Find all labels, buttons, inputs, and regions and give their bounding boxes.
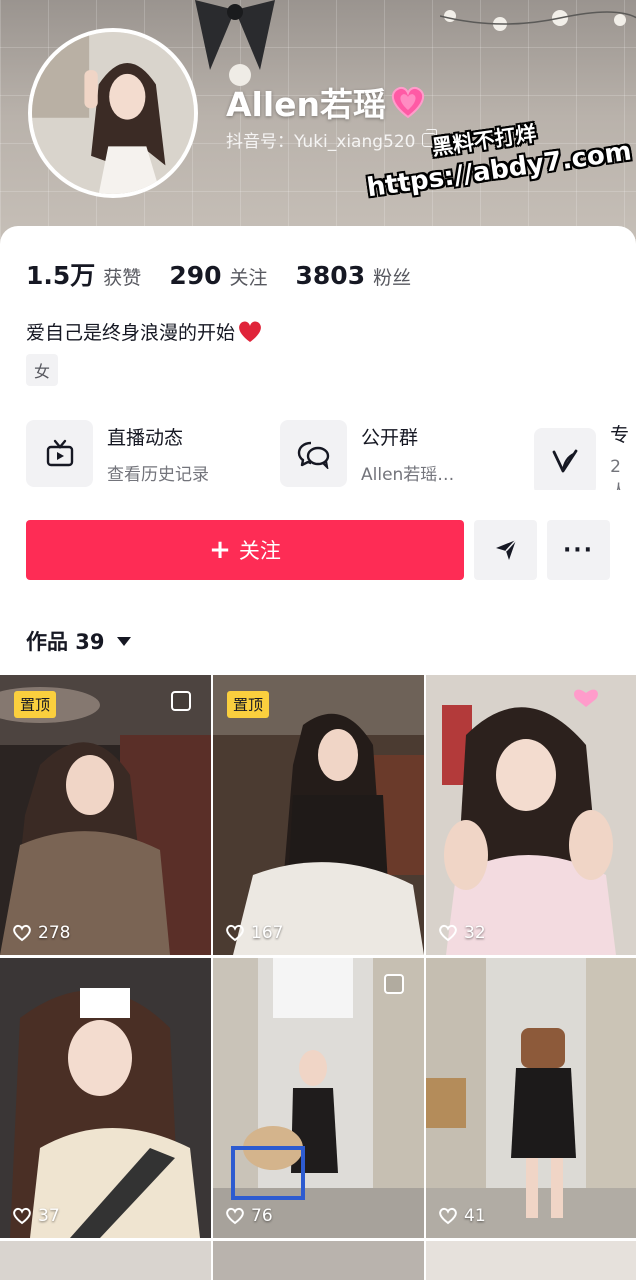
shortcut-live-subtitle: 查看历史记录 [107, 464, 209, 485]
video-tile[interactable]: 76 [213, 958, 424, 1238]
shortcut-third-title: 专 [610, 424, 630, 446]
stat-following[interactable]: 290 关注 [169, 261, 267, 290]
gender-tag: 女 [26, 354, 59, 386]
heart-outline-icon [439, 924, 457, 942]
video-tile[interactable]: 37 [0, 958, 211, 1238]
video-tile[interactable] [426, 1241, 636, 1280]
like-count: 76 [225, 1206, 273, 1226]
follow-button-label: 关注 [238, 539, 281, 563]
nickname: Allen若瑶 [226, 78, 426, 126]
plus-icon: + [209, 535, 231, 565]
shortcut-row: 直播动态 查看历史记录 公开群 Allen若瑶… 专 2 [26, 420, 636, 490]
v-logo-icon [534, 427, 597, 490]
stat-likes-label: 获赞 [103, 267, 142, 289]
stat-followers-label: 粉丝 [373, 267, 412, 289]
bio: 爱自己是终身浪漫的开始 [26, 318, 263, 345]
like-count-text: 167 [251, 923, 284, 943]
select-checkbox[interactable] [171, 691, 191, 711]
video-tile[interactable]: 32 [426, 675, 636, 955]
heart-outline-icon [226, 1207, 244, 1225]
heart-outline-icon [439, 1207, 457, 1225]
heart-outline-icon [13, 1207, 31, 1225]
more-icon: ··· [562, 537, 595, 563]
shortcut-group-title: 公开群 [361, 426, 419, 449]
like-count: 41 [438, 1206, 486, 1226]
heart-outline-icon [13, 924, 31, 942]
like-count: 167 [225, 923, 283, 943]
chat-bubbles-icon [280, 420, 347, 487]
pink-heart-icon [391, 86, 425, 119]
shortcut-group[interactable]: 公开群 Allen若瑶… [280, 420, 454, 487]
send-icon [495, 539, 517, 560]
message-button[interactable] [474, 520, 537, 580]
red-heart-icon [239, 321, 261, 342]
video-thumbnail [0, 958, 211, 1238]
stats-row: 1.5万 获赞 290 关注 3803 粉丝 [26, 256, 411, 292]
stat-following-number: 290 [169, 261, 222, 290]
like-count-text: 37 [38, 1206, 60, 1226]
shortcut-group-subtitle: Allen若瑶… [361, 464, 455, 485]
stat-following-label: 关注 [229, 267, 268, 289]
shortcut-live[interactable]: 直播动态 查看历史记录 [26, 420, 209, 487]
stat-likes[interactable]: 1.5万 获赞 [26, 256, 141, 292]
heart-outline-icon [226, 924, 244, 942]
select-checkbox[interactable] [384, 974, 404, 994]
video-tile[interactable]: 置顶 167 [213, 675, 424, 955]
video-tile[interactable] [0, 1241, 211, 1280]
video-thumbnail [213, 958, 424, 1238]
like-count: 37 [12, 1206, 60, 1226]
shortcut-third-subtitle: 2人 [610, 457, 627, 490]
like-count-text: 41 [464, 1206, 486, 1226]
like-count-text: 76 [251, 1206, 273, 1226]
like-count-text: 278 [38, 923, 71, 943]
video-tile[interactable]: 41 [426, 958, 636, 1238]
video-tile[interactable] [213, 1241, 424, 1280]
like-count-text: 32 [464, 923, 486, 943]
shortcut-third[interactable]: 专 2人 [534, 420, 636, 490]
video-tile[interactable]: 置顶 278 [0, 675, 211, 955]
like-count: 32 [438, 923, 486, 943]
works-tab-label: 作品 39 [26, 630, 105, 654]
follow-button[interactable]: + 关注 [26, 520, 464, 580]
like-count: 278 [12, 923, 70, 943]
stat-followers-number: 3803 [295, 261, 366, 290]
tv-icon [26, 420, 93, 487]
profile-card: 1.5万 获赞 290 关注 3803 粉丝 爱自己是终身浪漫的开始 女 直播动… [0, 226, 636, 1280]
bio-text: 爱自己是终身浪漫的开始 [26, 322, 236, 344]
caret-down-icon [116, 636, 131, 646]
stat-followers[interactable]: 3803 粉丝 [296, 261, 412, 290]
pinned-badge: 置顶 [14, 691, 57, 718]
pinned-badge: 置顶 [227, 691, 270, 718]
avatar[interactable] [28, 28, 198, 198]
video-thumbnail [426, 958, 636, 1238]
video-thumbnail [426, 675, 636, 955]
stat-likes-number: 1.5万 [26, 261, 96, 290]
pearl-decoration [440, 10, 636, 31]
shortcut-live-title: 直播动态 [107, 426, 184, 449]
more-button[interactable]: ··· [547, 520, 610, 580]
works-tab[interactable]: 作品 39 [26, 626, 131, 656]
nickname-text: Allen若瑶 [226, 85, 387, 124]
